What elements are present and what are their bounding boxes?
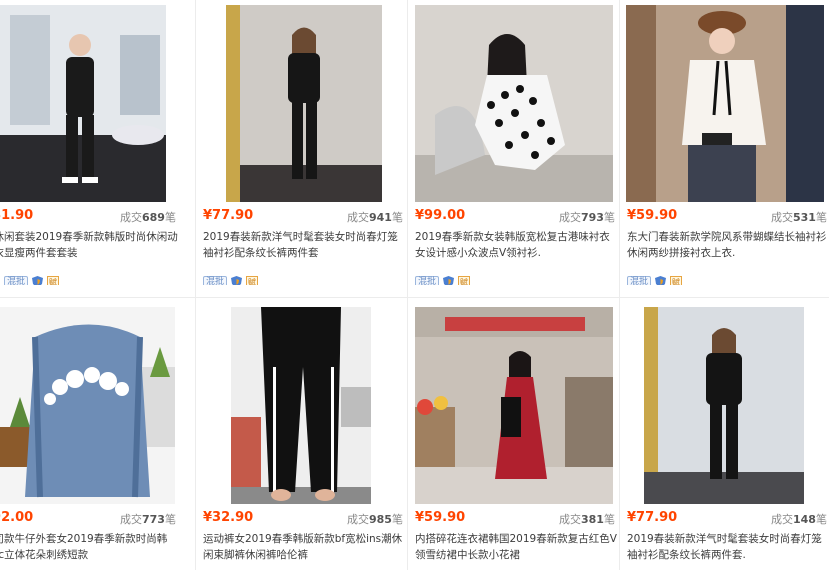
- product-title[interactable]: 2019春装新款洋气时髦套装女时尚春灯笼袖衬衫配条纹长裤两件套: [203, 229, 407, 263]
- price-value: 32.90: [212, 510, 254, 525]
- price-value: 77.90: [636, 510, 678, 525]
- sales-count: 成交985笔: [347, 511, 403, 527]
- product-image[interactable]: [226, 5, 382, 202]
- price: ¥32.90: [203, 510, 254, 525]
- sales-unit: 笔: [815, 513, 827, 526]
- gold-supplier-badge[interactable]: 赋: [458, 275, 471, 285]
- mixed-batch-badge[interactable]: 混批: [415, 275, 440, 285]
- price: ¥59.90: [415, 510, 466, 525]
- badge-row: 混批 赋: [4, 275, 60, 285]
- sales-number: 773: [142, 513, 165, 526]
- product-card[interactable]: ¥32.90 成交985笔 运动裤女2019春季韩版新款bf宽松ins潮休闲束脚…: [195, 302, 407, 570]
- price: ¥77.90: [627, 510, 678, 525]
- product-image[interactable]: [644, 307, 804, 504]
- gold-supplier-badge[interactable]: 赋: [670, 275, 683, 285]
- sales-number: 793: [581, 211, 604, 224]
- product-card[interactable]: ¥77.90 成交148笔 2019春装新款洋气时髦套装女时尚春灯笼袖衬衫配条纹…: [619, 302, 829, 570]
- product-card[interactable]: ¥99.00 成交793笔 2019春季新款女装韩版宽松复古港味衬衣女设计感小众…: [407, 0, 619, 285]
- price: ¥99.00: [415, 208, 466, 223]
- product-image[interactable]: [0, 307, 175, 504]
- price: ¥77.90: [203, 208, 254, 223]
- sales-count: 成交793笔: [559, 209, 615, 225]
- product-card[interactable]: ¥81.90 成交689笔 式休闲套装2019春季新款韩版时尚休闲动卫衣显瘦两件…: [0, 0, 195, 285]
- sales-label: 成交: [771, 513, 793, 526]
- sales-label: 成交: [559, 211, 581, 224]
- product-card[interactable]: ¥59.90 成交381笔 内搭碎花连衣裙韩国2019春新款复古红色V领雪纺裙中…: [407, 302, 619, 570]
- price-value: 99.00: [424, 208, 466, 223]
- price: ¥59.90: [627, 208, 678, 223]
- gold-supplier-badge[interactable]: 赋: [47, 275, 60, 285]
- mixed-batch-badge[interactable]: 混批: [627, 275, 652, 285]
- sales-label: 成交: [347, 513, 369, 526]
- badge-row: 混批 赋: [627, 275, 683, 285]
- product-title[interactable]: 2019春装新款洋气时髦套装女时尚春灯笼袖衬衫配条纹长裤两件套.: [627, 531, 829, 565]
- price-value: 77.90: [212, 208, 254, 223]
- product-image[interactable]: [231, 307, 371, 504]
- sales-count: 成交689笔: [120, 209, 176, 225]
- price-value: 59.90: [424, 510, 466, 525]
- sales-count: 成交148笔: [771, 511, 827, 527]
- sales-unit: 笔: [391, 513, 403, 526]
- shield-icon[interactable]: [443, 276, 455, 285]
- product-image[interactable]: [415, 5, 613, 202]
- sales-count: 成交941笔: [347, 209, 403, 225]
- sales-label: 成交: [559, 513, 581, 526]
- price-value: 59.90: [636, 208, 678, 223]
- badge-row: 混批 赋: [415, 275, 471, 285]
- sales-count: 成交381笔: [559, 511, 615, 527]
- product-title[interactable]: 运动裤女2019春季韩版新款bf宽松ins潮休闲束脚裤休闲裤哈伦裤: [203, 531, 407, 565]
- product-card[interactable]: ¥77.90 成交941笔 2019春装新款洋气时髦套装女时尚春灯笼袖衬衫配条纹…: [195, 0, 407, 285]
- sales-label: 成交: [771, 211, 793, 224]
- sales-unit: 笔: [815, 211, 827, 224]
- product-image[interactable]: [415, 307, 613, 504]
- sales-number: 941: [369, 211, 392, 224]
- sales-unit: 笔: [603, 513, 615, 526]
- sales-count: 成交773笔: [120, 511, 176, 527]
- shield-icon[interactable]: [231, 276, 243, 285]
- sales-number: 689: [142, 211, 165, 224]
- product-card[interactable]: ¥92.00 成交773笔 红司款牛仔外套女2019春季新款时尚韩chic立体花…: [0, 302, 195, 570]
- sales-number: 531: [793, 211, 816, 224]
- price-value: 81.90: [0, 208, 34, 223]
- sales-unit: 笔: [164, 513, 176, 526]
- grid-divider: [0, 297, 829, 298]
- product-title[interactable]: 东大门春装新款学院风系带蝴蝶结长袖衬衫休闲两纱拼接衬衣上衣.: [627, 229, 829, 263]
- product-card[interactable]: ¥59.90 成交531笔 东大门春装新款学院风系带蝴蝶结长袖衬衫休闲两纱拼接衬…: [619, 0, 829, 285]
- price: ¥81.90: [0, 208, 33, 223]
- sales-label: 成交: [120, 513, 142, 526]
- shield-icon[interactable]: [32, 276, 44, 285]
- sales-number: 985: [369, 513, 392, 526]
- sales-label: 成交: [347, 211, 369, 224]
- sales-label: 成交: [120, 211, 142, 224]
- mixed-batch-badge[interactable]: 混批: [203, 275, 228, 285]
- sales-number: 381: [581, 513, 604, 526]
- gold-supplier-badge[interactable]: 赋: [246, 275, 259, 285]
- sales-count: 成交531笔: [771, 209, 827, 225]
- price: ¥92.00: [0, 510, 33, 525]
- badge-row: 混批 赋: [203, 275, 259, 285]
- product-title[interactable]: 红司款牛仔外套女2019春季新款时尚韩chic立体花朵刺绣短款: [0, 531, 180, 565]
- sales-unit: 笔: [391, 211, 403, 224]
- sales-unit: 笔: [164, 211, 176, 224]
- product-image[interactable]: [626, 5, 824, 202]
- product-title[interactable]: 式休闲套装2019春季新款韩版时尚休闲动卫衣显瘦两件套套装: [0, 229, 180, 263]
- product-title[interactable]: 内搭碎花连衣裙韩国2019春新款复古红色V领雪纺裙中长款小花裙: [415, 531, 619, 565]
- product-image[interactable]: [0, 5, 166, 202]
- mixed-batch-badge[interactable]: 混批: [4, 275, 29, 285]
- product-title[interactable]: 2019春季新款女装韩版宽松复古港味衬衣女设计感小众波点V领衬衫.: [415, 229, 619, 263]
- shield-icon[interactable]: [655, 276, 667, 285]
- sales-unit: 笔: [603, 211, 615, 224]
- price-value: 92.00: [0, 510, 34, 525]
- sales-number: 148: [793, 513, 816, 526]
